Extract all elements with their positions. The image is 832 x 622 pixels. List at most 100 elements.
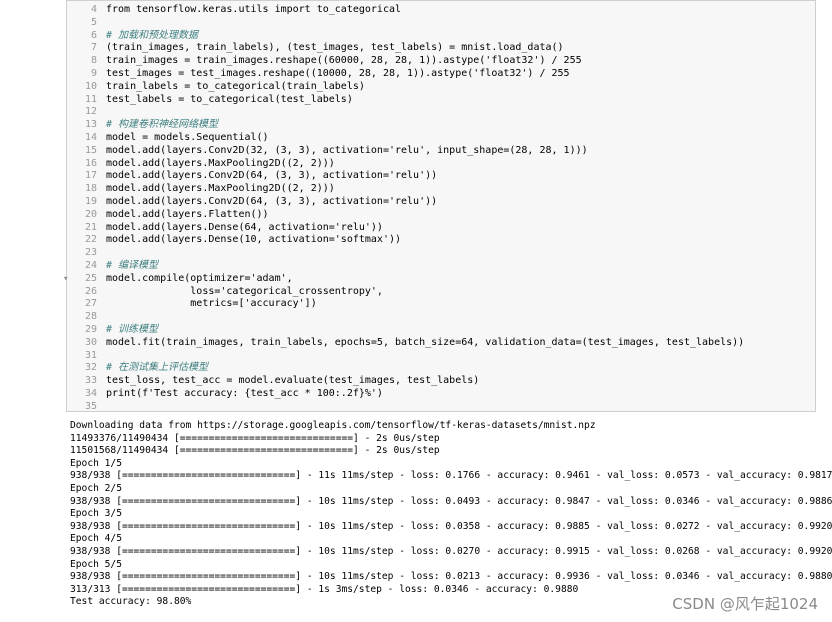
line-number: 11 [84,93,97,105]
line-number: 15 [84,144,97,156]
code-line[interactable]: 17 model.add(layers.Conv2D(64, (3, 3), ac… [67,170,437,183]
code-line[interactable]: 14 model = models.Sequential() [67,132,269,145]
code-text: model.add(layers.MaxPooling2D((2, 2))) [106,157,335,169]
output-line: 938/938 [==============================]… [70,495,832,507]
code-line[interactable]: 26 loss='categorical_crossentropy', [67,286,383,299]
line-number: 9 [90,68,97,79]
code-line[interactable]: 21 model.add(layers.Dense(64, activation=… [67,222,383,235]
code-text: model.fit(train_images, train_labels, ep… [106,336,745,348]
code-line[interactable]: 11 test_labels = to_categorical(test_labe… [67,94,353,107]
code-line[interactable]: 8 train_images = train_images.reshape((60… [67,55,582,68]
code-text: model = models.Sequential() [106,132,269,143]
output-line: Epoch 3/5 [70,508,122,520]
line-number: 16 [84,157,97,169]
line-number: 19 [84,196,97,207]
code-line[interactable]: 16 model.add(layers.MaxPooling2D((2, 2))) [67,158,335,171]
code-line[interactable]: 27 metrics=['accuracy']) [67,298,317,311]
fold-arrow-icon[interactable]: ▾ [63,273,68,286]
line-number: 34 [84,388,97,399]
line-number: 13 [84,119,97,131]
line-number: 10 [84,80,97,92]
output-line: 938/938 [==============================]… [70,545,832,557]
code-text: train_labels = to_categorical(train_labe… [106,80,365,92]
code-text: print(f'Test accuracy: {test_acc * 100:.… [106,388,383,399]
code-text: test_images = test_images.reshape((10000… [106,68,570,79]
line-number: 12 [84,106,97,118]
code-cell[interactable]: 4 from tensorflow.keras.utils import to_c… [63,0,816,414]
code-line[interactable]: 24 # 编译模型 [67,260,158,273]
code-text: model.add(layers.Conv2D(64, (3, 3), acti… [106,196,438,207]
code-text: model.add(layers.Dense(64, activation='r… [106,221,383,233]
line-number: 30 [84,336,97,348]
line-number: 31 [84,349,97,361]
line-number: 28 [84,311,97,323]
code-text: model.add(layers.Conv2D(64, (3, 3), acti… [106,170,438,182]
code-text: # 加载和预处理数据 [106,29,199,41]
code-text: from tensorflow.keras.utils import to_ca… [106,4,402,15]
code-line[interactable]: 15 model.add(layers.Conv2D(32, (3, 3), ac… [67,145,588,158]
line-number: 29 [84,324,97,335]
code-line[interactable]: 6 # 加载和预处理数据 [67,30,198,43]
code-line[interactable]: 35 [67,401,106,414]
code-line[interactable]: 10 train_labels = to_categorical(train_la… [67,81,365,94]
code-line[interactable]: 33 test_loss, test_acc = model.evaluate(t… [67,375,479,388]
line-number: 17 [84,170,97,182]
code-line[interactable]: 5 [67,17,106,30]
code-line[interactable]: 19 model.add(layers.Conv2D(64, (3, 3), ac… [67,196,437,209]
code-line[interactable]: 31 [67,350,106,363]
line-number: 7 [90,42,97,54]
line-number: 5 [90,16,97,28]
code-text: model.add(layers.Conv2D(32, (3, 3), acti… [106,144,588,156]
code-text: loss='categorical_crossentropy', [106,285,383,297]
code-line[interactable]: 29 # 训练模型 [67,324,158,337]
code-line[interactable]: 4 from tensorflow.keras.utils import to_c… [67,4,401,17]
code-text: model.add(layers.Flatten()) [106,208,269,220]
code-line[interactable]: 7 (train_images, train_labels), (test_ima… [67,42,564,55]
line-number: 26 [84,285,97,297]
line-number: 27 [84,298,97,310]
output-line: 938/938 [==============================]… [70,520,832,532]
output-line: Epoch 2/5 [70,482,122,494]
code-text: train_images = train_images.reshape((600… [106,55,582,67]
code-line[interactable]: 23 [67,247,106,260]
code-line[interactable]: 28 [67,311,106,324]
line-number: 25 [84,272,97,284]
code-text: test_labels = to_categorical(test_labels… [106,93,353,105]
code-line[interactable]: 34 print(f'Test accuracy: {test_acc * 100… [67,388,383,401]
output-line: Epoch 5/5 [70,558,122,570]
code-line[interactable]: 13 # 构建卷积神经网络模型 [67,119,218,132]
line-number: 35 [84,400,97,412]
code-text: # 训练模型 [106,324,159,335]
line-number: 21 [84,221,97,233]
line-number: 18 [84,183,97,195]
line-number: 33 [84,375,97,387]
code-text: # 编译模型 [106,260,159,271]
watermark: CSDN @风乍起1024 [672,595,818,613]
line-number: 14 [84,132,97,143]
code-line[interactable]: 18 model.add(layers.MaxPooling2D((2, 2))) [67,183,335,196]
code-text: test_loss, test_acc = model.evaluate(tes… [106,375,480,387]
code-line[interactable]: 32 # 在测试集上评估模型 [67,362,208,375]
code-line[interactable]: 20 model.add(layers.Flatten()) [67,209,269,222]
line-number: 8 [90,55,97,67]
line-number: 4 [90,4,97,15]
output-line: 11493376/11490434 [=====================… [70,432,440,444]
line-number: 23 [84,247,97,259]
output-line: Epoch 4/5 [70,533,122,545]
code-text: metrics=['accuracy']) [106,298,317,310]
output-line: 938/938 [==============================]… [70,470,832,482]
code-line[interactable]: 22 model.add(layers.Dense(10, activation=… [67,234,401,247]
line-number: 24 [84,260,97,271]
line-number: 20 [84,208,97,220]
download-line: Downloading data from https://storage.go… [70,420,596,431]
line-number: 32 [84,362,97,374]
code-text: (train_images, train_labels), (test_imag… [106,42,564,54]
code-line[interactable]: 30 model.fit(train_images, train_labels, … [67,337,744,350]
code-line[interactable]: 25 ▾ model.compile(optimizer='adam', [63,272,293,286]
code-line[interactable]: 9 test_images = test_images.reshape((1000… [67,68,570,81]
code-line[interactable]: 12 [67,106,106,119]
cell-output: Downloading data from https://storage.go… [70,420,832,609]
code-text: model.add(layers.Dense(10, activation='s… [106,234,402,246]
code-text: # 构建卷积神经网络模型 [106,119,219,131]
code-text: # 在测试集上评估模型 [106,362,209,374]
